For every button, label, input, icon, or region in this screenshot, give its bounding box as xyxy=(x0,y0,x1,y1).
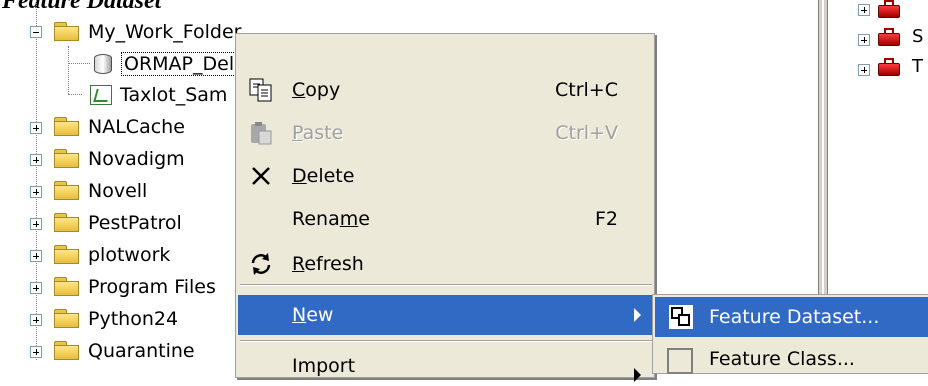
folder-icon xyxy=(54,245,80,265)
tree-item-label: Program Files xyxy=(88,276,216,298)
menu-item-label: Import xyxy=(292,355,356,377)
tree-item-label: Taxlot_Sam xyxy=(120,84,228,106)
tree-item-label: Novadigm xyxy=(88,148,185,170)
copy-icon xyxy=(246,75,276,105)
menu-item-label: Delete xyxy=(292,165,355,187)
menu-item-paste[interactable]: Paste Ctrl+V xyxy=(238,113,653,153)
tree-item-label: PestPatrol xyxy=(88,212,182,234)
menu-item-label: Refresh xyxy=(292,253,364,275)
menu-item-label: Copy xyxy=(292,79,341,101)
tree-connector-line xyxy=(68,94,82,95)
menu-item-shortcut: Ctrl+C xyxy=(555,79,618,101)
feature-dataset-icon xyxy=(665,302,695,332)
menu-item-label: Feature Dataset... xyxy=(709,306,880,328)
submenu-arrow-icon xyxy=(634,368,641,382)
tree-connector-line xyxy=(68,63,90,64)
tree-item-quarantine[interactable]: Quarantine xyxy=(54,336,195,366)
expand-icon[interactable] xyxy=(30,122,42,134)
collapse-icon[interactable] xyxy=(30,26,42,38)
tree-item-plotwork[interactable]: plotwork xyxy=(54,240,170,270)
feature-class-icon xyxy=(90,85,112,105)
folder-icon xyxy=(54,277,80,297)
menu-item-rename[interactable]: Rename F2 xyxy=(238,199,653,239)
menu-separator xyxy=(240,340,652,342)
tree-item-label: Quarantine xyxy=(88,340,195,362)
menu-item-label: Paste xyxy=(292,122,344,144)
menu-item-new[interactable]: New xyxy=(238,295,653,335)
folder-icon xyxy=(54,341,80,361)
tree-item-label: NALCache xyxy=(88,116,185,138)
tree-item-pestpatrol[interactable]: PestPatrol xyxy=(54,208,182,238)
expand-icon[interactable] xyxy=(30,218,42,230)
new-submenu: Feature Dataset... Feature Class... xyxy=(652,294,928,374)
tree-item-program-files[interactable]: Program Files xyxy=(54,272,216,302)
menu-item-feature-dataset[interactable]: Feature Dataset... xyxy=(655,297,928,337)
right-pane-item-label: T xyxy=(912,56,923,77)
feature-class-icon xyxy=(665,344,695,374)
menu-item-label: Rename xyxy=(292,208,370,230)
delete-icon xyxy=(246,161,276,191)
expand-icon[interactable] xyxy=(30,154,42,166)
menu-item-import[interactable]: Import xyxy=(238,346,653,386)
menu-separator xyxy=(240,284,652,286)
menu-item-copy[interactable]: Copy Ctrl+C xyxy=(238,70,653,110)
database-icon xyxy=(92,52,114,76)
folder-icon xyxy=(54,213,80,233)
tree-item-label: Novell xyxy=(88,180,148,202)
paste-icon xyxy=(246,118,276,148)
tree-item-nalcache[interactable]: NALCache xyxy=(54,112,185,142)
expand-icon[interactable] xyxy=(858,64,870,76)
expand-icon[interactable] xyxy=(30,186,42,198)
menu-item-shortcut: F2 xyxy=(594,208,618,230)
right-pane-item-label: S xyxy=(912,26,924,47)
expand-icon[interactable] xyxy=(858,34,870,46)
toolbox-icon xyxy=(878,58,900,76)
expand-icon[interactable] xyxy=(30,314,42,326)
tree-connector-line xyxy=(68,46,69,94)
menu-item-label: New xyxy=(292,304,334,326)
refresh-icon xyxy=(246,249,276,279)
folder-icon xyxy=(54,309,80,329)
tree-item-label: plotwork xyxy=(88,244,171,266)
tree-item-my-work-folder[interactable]: My_Work_Folder xyxy=(54,17,241,47)
expand-icon[interactable] xyxy=(30,250,42,262)
menu-item-shortcut: Ctrl+V xyxy=(555,122,618,144)
menu-item-delete[interactable]: Delete xyxy=(238,156,653,196)
context-menu: Copy Ctrl+C Paste Ctrl+V Delete Rename F… xyxy=(235,33,655,382)
menu-item-label: Feature Class... xyxy=(709,348,855,370)
tree-item-taxlot-sam[interactable]: Taxlot_Sam xyxy=(90,80,227,110)
tree-item-label: My_Work_Folder xyxy=(88,21,242,43)
tree-item-python24[interactable]: Python24 xyxy=(54,304,178,334)
toolbox-icon xyxy=(878,0,900,18)
menu-item-feature-class[interactable]: Feature Class... xyxy=(655,339,928,379)
expand-icon[interactable] xyxy=(858,4,870,16)
tree-item-label: Python24 xyxy=(88,308,179,330)
toolbox-icon xyxy=(878,28,900,46)
folder-icon xyxy=(54,181,80,201)
folder-icon xyxy=(54,149,80,169)
expand-icon[interactable] xyxy=(30,282,42,294)
submenu-arrow-icon xyxy=(634,308,641,322)
menu-item-refresh[interactable]: Refresh xyxy=(238,244,653,284)
expand-icon[interactable] xyxy=(30,346,42,358)
tree-item-novadigm[interactable]: Novadigm xyxy=(54,144,185,174)
tree-item-novell[interactable]: Novell xyxy=(54,176,147,206)
tree-connector-line xyxy=(36,0,37,360)
folder-icon xyxy=(54,117,80,137)
folder-icon xyxy=(54,22,80,42)
